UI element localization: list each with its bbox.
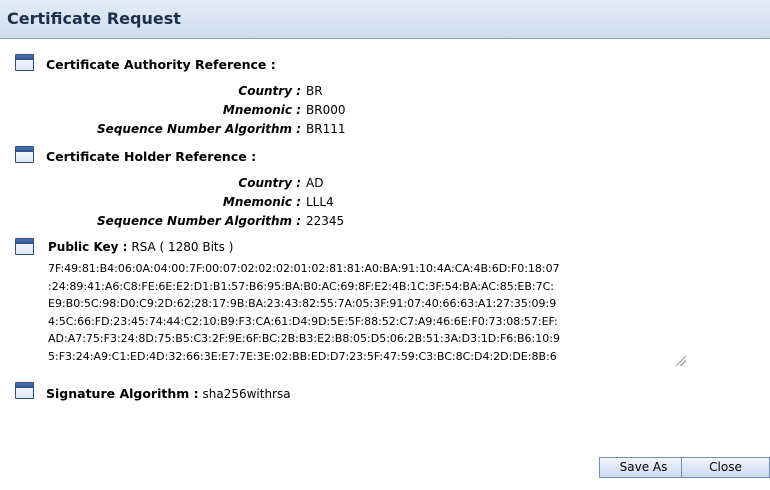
ca-reference-heading: Certificate Authority Reference : xyxy=(46,57,276,72)
signature-algorithm-value: sha256withrsa xyxy=(202,387,291,401)
holder-mnemonic-label: Mnemonic : xyxy=(222,195,301,209)
holder-country-value: AD xyxy=(306,176,324,190)
ca-country-value: BR xyxy=(306,84,323,98)
ca-mnemonic-label: Mnemonic : xyxy=(222,103,301,117)
public-key-heading: Public Key : RSA ( 1280 Bits ) xyxy=(48,240,233,254)
holder-sequence-row: Sequence Number Algorithm : 22345 xyxy=(0,214,770,232)
signature-algorithm-row: Signature Algorithm : sha256withrsa xyxy=(46,386,291,401)
ca-country-row: Country : BR xyxy=(0,84,770,102)
signature-algorithm-label: Signature Algorithm : xyxy=(46,386,199,401)
public-key-algorithm: RSA ( 1280 Bits ) xyxy=(131,240,234,254)
public-key-line: 7F:49:81:B4:06:0A:04:00:7F:00:07:02:02:0… xyxy=(48,262,560,275)
resize-grip-icon[interactable] xyxy=(676,356,686,366)
ca-mnemonic-value: BR000 xyxy=(306,103,346,117)
window-icon xyxy=(15,238,34,255)
public-key-line: :24:89:41:A6:C8:FE:6E:E2:D1:B1:57:B6:95:… xyxy=(48,279,555,293)
window-icon xyxy=(15,54,34,71)
public-key-line: 5:F3:24:A9:C1:ED:4D:32:66:3E:E7:7E:3E:02… xyxy=(48,349,557,363)
window-icon xyxy=(15,382,34,399)
ca-sequence-value: BR111 xyxy=(306,122,346,136)
public-key-line: 4:5C:66:FD:23:45:74:44:C2:10:B9:F3:CA:61… xyxy=(48,314,558,328)
window-title: Certificate Request xyxy=(7,9,181,28)
holder-sequence-value: 22345 xyxy=(306,214,345,228)
public-key-label: Public Key : xyxy=(48,240,128,254)
public-key-line: AD:A7:75:F3:24:8D:75:B5:C3:2F:9E:6F:BC:2… xyxy=(48,332,560,346)
save-as-button[interactable]: Save As xyxy=(599,457,688,478)
window-icon xyxy=(15,146,34,163)
close-button[interactable]: Close xyxy=(681,457,770,478)
holder-mnemonic-row: Mnemonic : LLL4 xyxy=(0,195,770,213)
holder-reference-heading: Certificate Holder Reference : xyxy=(46,149,257,164)
ca-sequence-label: Sequence Number Algorithm : xyxy=(97,122,301,136)
public-key-textarea[interactable]: 7F:49:81:B4:06:0A:04:00:7F:00:07:02:02:0… xyxy=(48,260,688,368)
holder-sequence-label: Sequence Number Algorithm : xyxy=(97,214,301,228)
holder-country-label: Country : xyxy=(238,176,301,190)
ca-sequence-row: Sequence Number Algorithm : BR111 xyxy=(0,122,770,140)
ca-country-label: Country : xyxy=(238,84,301,98)
public-key-line: E9:B0:5C:98:D0:C9:2D:62:28:17:9B:BA:23:4… xyxy=(48,297,557,311)
holder-country-row: Country : AD xyxy=(0,176,770,194)
title-bar: Certificate Request xyxy=(0,0,770,39)
holder-mnemonic-value: LLL4 xyxy=(306,195,334,209)
ca-mnemonic-row: Mnemonic : BR000 xyxy=(0,103,770,121)
